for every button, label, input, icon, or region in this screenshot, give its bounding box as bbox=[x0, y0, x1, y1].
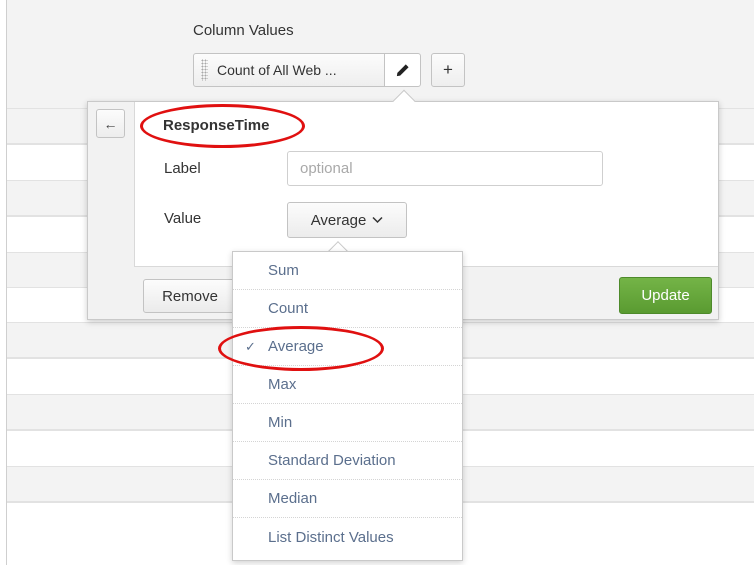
dropdown-item-min[interactable]: Min bbox=[233, 404, 462, 442]
value-caption: Value bbox=[164, 210, 202, 227]
update-button[interactable]: Update bbox=[619, 277, 712, 314]
value-select[interactable]: Average bbox=[287, 202, 407, 238]
value-select-label: Average bbox=[310, 211, 367, 229]
remove-button[interactable]: Remove bbox=[143, 279, 237, 313]
dropdown-item-standard-deviation[interactable]: Standard Deviation bbox=[233, 442, 462, 480]
dropdown-item-label: Min bbox=[268, 414, 293, 431]
dropdown-item-count[interactable]: Count bbox=[233, 290, 462, 328]
annotation-ellipse-average bbox=[218, 326, 384, 371]
add-column-value-button[interactable]: + bbox=[431, 53, 465, 87]
annotation-ellipse-field-name bbox=[140, 104, 305, 148]
dropdown-item-max[interactable]: Max bbox=[233, 366, 462, 404]
dropdown-item-sum[interactable]: Sum bbox=[233, 252, 462, 290]
chevron-down-icon bbox=[372, 216, 383, 224]
dropdown-item-label: Median bbox=[268, 490, 318, 507]
dropdown-item-label: Sum bbox=[268, 262, 299, 279]
column-values-title: Column Values bbox=[193, 22, 294, 39]
label-input[interactable] bbox=[287, 151, 603, 186]
pencil-icon bbox=[396, 63, 409, 76]
edit-column-value-button[interactable] bbox=[384, 53, 421, 87]
dropdown-item-label: Count bbox=[268, 300, 309, 317]
drag-handle-icon[interactable] bbox=[201, 59, 208, 81]
label-caption: Label bbox=[164, 160, 201, 177]
value-dropdown-menu: Sum Count ✓ Average Max Min Standard Dev… bbox=[232, 251, 463, 561]
dropdown-item-label: List Distinct Values bbox=[268, 528, 394, 546]
dropdown-item-list-distinct-values[interactable]: List Distinct Values bbox=[233, 518, 462, 556]
table-header-left bbox=[7, 0, 182, 108]
dropdown-item-median[interactable]: Median bbox=[233, 480, 462, 518]
dropdown-item-label: Standard Deviation bbox=[268, 452, 396, 469]
column-value-chip-label: Count of All Web ... bbox=[217, 62, 337, 78]
dropdown-item-label: Max bbox=[268, 376, 297, 393]
back-button[interactable]: ← bbox=[96, 109, 125, 138]
column-value-chip[interactable]: Count of All Web ... bbox=[193, 53, 385, 87]
